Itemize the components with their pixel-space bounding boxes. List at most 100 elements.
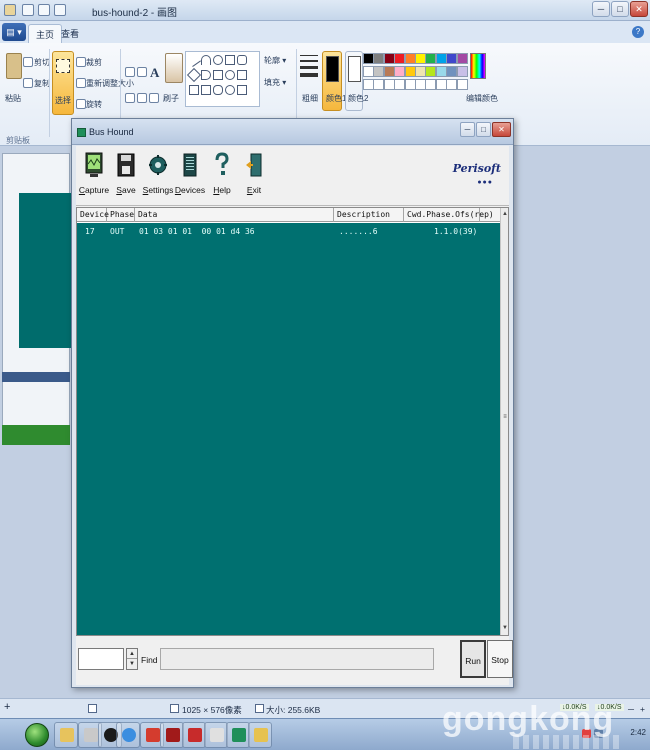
save-button[interactable]: Save: [110, 150, 142, 202]
palette-swatch[interactable]: [404, 53, 416, 64]
edit-colors-label[interactable]: 编辑颜色: [466, 93, 498, 104]
palette-swatch[interactable]: [373, 53, 385, 64]
palette-swatch[interactable]: [446, 66, 458, 77]
vertical-scrollbar[interactable]: ▲ ≡ ▼: [500, 208, 508, 635]
run-button[interactable]: Run: [460, 640, 486, 678]
cut-icon[interactable]: [23, 57, 33, 67]
copy-label[interactable]: 复制: [34, 78, 50, 89]
palette-swatch[interactable]: [415, 66, 426, 77]
scroll-down-arrow[interactable]: ▼: [501, 624, 509, 632]
paste-icon[interactable]: [6, 53, 22, 79]
pdf-reader-icon[interactable]: [166, 728, 180, 742]
devices-button[interactable]: Devices: [174, 150, 206, 202]
brush-icon[interactable]: [165, 53, 183, 83]
palette-swatch[interactable]: [415, 79, 426, 90]
start-button[interactable]: [25, 723, 49, 747]
save-icon[interactable]: [22, 4, 34, 16]
palette-swatch[interactable]: [394, 53, 406, 64]
rotate-label[interactable]: 旋转: [86, 99, 102, 110]
palette-swatch[interactable]: [456, 53, 468, 64]
palette-swatch[interactable]: [363, 53, 374, 64]
edit-colors-icon[interactable]: [470, 53, 486, 79]
column-header-description[interactable]: Description: [334, 208, 404, 222]
taskbar-app-icon[interactable]: [84, 728, 98, 742]
zoom-out-button[interactable]: ─: [628, 704, 634, 714]
zoom-in-button[interactable]: +: [640, 704, 645, 714]
palette-swatch[interactable]: [383, 66, 395, 77]
text-tool-icon[interactable]: A: [150, 65, 159, 81]
color-picker-icon[interactable]: [137, 93, 147, 103]
palette-swatch[interactable]: [404, 79, 416, 90]
paint-minimize-button[interactable]: ─: [592, 1, 610, 17]
palette-swatch[interactable]: [394, 79, 406, 90]
stop-button[interactable]: Stop: [487, 640, 513, 678]
palette-swatch[interactable]: [363, 66, 374, 77]
bus-hound-taskbar-icon[interactable]: [232, 728, 246, 742]
redo-icon[interactable]: [54, 4, 66, 16]
palette-swatch[interactable]: [456, 66, 468, 77]
palette-swatch[interactable]: [446, 53, 458, 64]
size-label[interactable]: 粗细: [302, 93, 318, 104]
palette-swatch[interactable]: [425, 53, 437, 64]
column-header-phase[interactable]: Phase: [107, 208, 135, 222]
oval-shape-icon[interactable]: [213, 55, 223, 65]
bus-hound-minimize-button[interactable]: ─: [460, 122, 475, 137]
cloud-shape-icon[interactable]: [225, 85, 235, 95]
pentagon-shape-icon[interactable]: [213, 70, 223, 80]
bus-hound-maximize-button[interactable]: □: [476, 122, 491, 137]
scroll-grip-icon[interactable]: ≡: [501, 413, 509, 421]
star5-shape-icon[interactable]: [201, 85, 211, 95]
palette-swatch[interactable]: [425, 79, 437, 90]
settings-button[interactable]: Settings: [142, 150, 174, 202]
internet-explorer-icon[interactable]: [122, 728, 136, 742]
column-header-cwd-phase-ofs[interactable]: Cwd.Phase.Ofs(rep): [404, 208, 494, 222]
table-row[interactable]: 17 OUT 01 03 01 01 00 01 d4 36 .......6 …: [77, 227, 500, 239]
acrobat-icon[interactable]: [188, 728, 202, 742]
resize-label[interactable]: 重新调整大小: [86, 78, 134, 89]
fill-bucket-icon[interactable]: [137, 67, 147, 77]
palette-swatch[interactable]: [435, 79, 447, 90]
palette-swatch[interactable]: [383, 79, 395, 90]
palette-swatch[interactable]: [446, 79, 458, 90]
arrow-shape-icon[interactable]: [201, 70, 211, 80]
find-input[interactable]: [78, 648, 124, 670]
paste-label[interactable]: 粘贴: [5, 93, 21, 104]
palette-swatch[interactable]: [435, 53, 447, 64]
paint-taskbar-icon[interactable]: [254, 728, 268, 742]
paint-maximize-button[interactable]: □: [611, 1, 629, 17]
cut-label[interactable]: 剪切: [34, 57, 50, 68]
bus-hound-close-button[interactable]: ✕: [492, 122, 511, 137]
rectangle-shape-icon[interactable]: [225, 55, 235, 65]
capture-list-body[interactable]: 17 OUT 01 03 01 01 00 01 d4 36 .......6 …: [77, 223, 500, 635]
pencil-icon[interactable]: [125, 67, 135, 77]
palette-swatch[interactable]: [415, 53, 426, 64]
callout-shape-icon[interactable]: [213, 85, 223, 95]
palette-swatch[interactable]: [363, 79, 374, 90]
scroll-up-arrow[interactable]: ▲: [501, 210, 509, 218]
line-shape-icon[interactable]: [187, 53, 201, 67]
crop-label[interactable]: 裁剪: [86, 57, 102, 68]
palette-swatch[interactable]: [425, 66, 437, 77]
hexagon-shape-icon[interactable]: [225, 70, 235, 80]
explorer-icon[interactable]: [60, 728, 74, 742]
taskbar-clock[interactable]: 2:42: [630, 728, 646, 737]
eraser-icon[interactable]: [125, 93, 135, 103]
magnifier-icon[interactable]: [149, 93, 159, 103]
capture-button[interactable]: Capture: [78, 150, 110, 202]
taskbar-app-icon[interactable]: [146, 728, 160, 742]
resize-icon[interactable]: [76, 78, 86, 88]
diamond-shape-icon[interactable]: [186, 67, 202, 83]
palette-swatch[interactable]: [383, 53, 395, 64]
outline-dropdown[interactable]: 轮廓 ▾: [264, 55, 286, 66]
column-header-device[interactable]: Device: [77, 208, 109, 222]
curve-shape-icon[interactable]: [201, 55, 211, 65]
paint-menu-button[interactable]: ▤ ▾: [2, 23, 26, 41]
palette-swatch[interactable]: [373, 79, 385, 90]
rounded-rectangle-shape-icon[interactable]: [237, 55, 247, 65]
palette-swatch[interactable]: [456, 79, 468, 90]
help-button[interactable]: Help: [206, 150, 238, 202]
size-icon[interactable]: [300, 55, 318, 79]
palette-swatch[interactable]: [404, 66, 416, 77]
fill-dropdown[interactable]: 填充 ▾: [264, 77, 286, 88]
spin-up-arrow[interactable]: ▲: [127, 649, 137, 659]
